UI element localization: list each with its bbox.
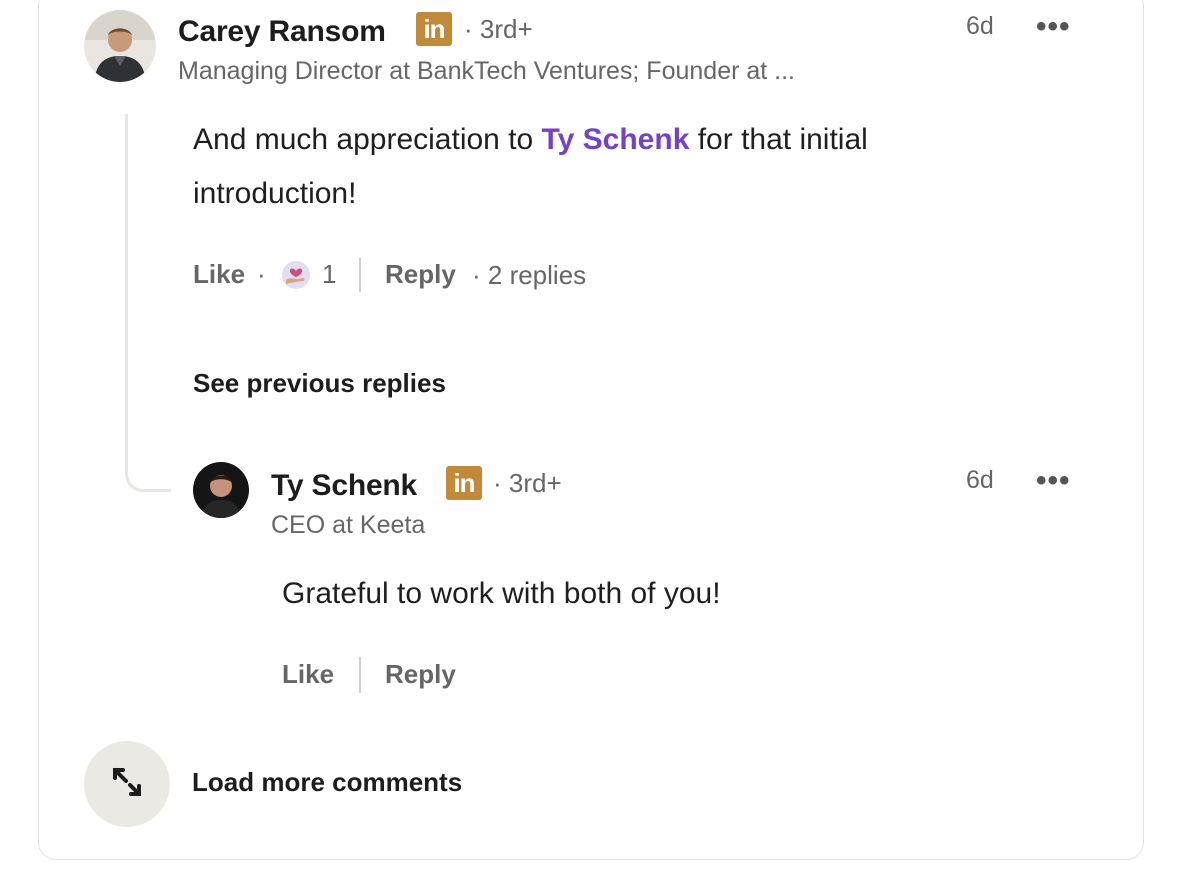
comment-text-start: And much appreciation to [193,123,542,156]
like-button[interactable]: Like [282,659,334,690]
see-previous-replies-button[interactable]: See previous replies [193,368,446,399]
action-divider [359,657,361,693]
connection-degree: · 3rd+ [493,468,562,498]
reply-timestamp: 6d [966,466,994,494]
replies-count-link[interactable]: · 2 replies [472,260,586,291]
comment-text: And much appreciation to Ty Schenk for t… [193,113,868,167]
separator-dot: · [257,259,266,289]
action-divider [359,258,361,292]
reply-author-headline: CEO at Keeta [271,511,426,539]
thread-connector-line [125,114,171,492]
linkedin-icon: in [446,466,482,500]
reaction-count[interactable]: 1 [322,259,336,290]
avatar-ty-schenk[interactable] [193,462,249,518]
like-button[interactable]: Like [193,259,245,290]
linkedin-icon: in [416,12,452,46]
comment-text-line2: introduction! [193,177,357,210]
reply-text: Grateful to work with both of you! [282,577,721,610]
load-more-button[interactable] [84,741,170,827]
comment-text-end: for that initial [689,123,868,156]
expand-arrows-icon [105,760,149,809]
load-more-comments-label[interactable]: Load more comments [192,767,462,798]
more-options-icon[interactable]: ••• [1036,10,1071,44]
support-heart-hand-icon[interactable] [281,260,311,290]
mention-link[interactable]: Ty Schenk [542,123,690,156]
reply-button[interactable]: Reply [385,259,456,290]
reply-button[interactable]: Reply [385,659,456,690]
avatar-carey-ransom[interactable] [84,10,156,82]
reply-author-name[interactable]: Ty Schenk [271,469,417,503]
comment-author-name[interactable]: Carey Ransom [178,15,386,49]
more-options-icon[interactable]: ••• [1036,464,1071,498]
comment-timestamp: 6d [966,12,994,40]
connection-degree: · 3rd+ [464,14,533,44]
comment-author-headline: Managing Director at BankTech Ventures; … [178,57,796,85]
